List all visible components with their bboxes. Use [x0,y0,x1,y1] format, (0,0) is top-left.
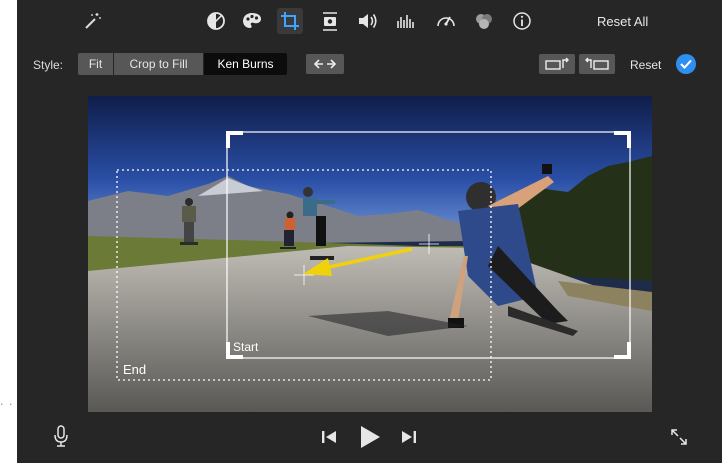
rotate-left-icon [545,57,569,70]
crop-style-bar: Style: Fit Crop to Fill Ken Burns Reset [17,52,722,78]
style-label: Style: [33,58,64,72]
magic-wand-icon[interactable] [79,8,105,34]
filter-icon[interactable] [471,8,497,34]
crop-icon[interactable] [277,8,303,34]
swap-start-end-icon [313,59,337,69]
start-label: Start [233,340,259,354]
reset-button[interactable]: Reset [630,58,661,72]
speed-icon[interactable] [433,8,459,34]
apply-button[interactable] [676,54,696,74]
adjustment-toolbar: Reset All [17,0,722,42]
checkmark-icon [680,59,692,69]
color-palette-icon[interactable] [239,8,265,34]
app-window: Reset All Style: Fit Crop to Fill Ken Bu… [17,0,722,463]
play-icon[interactable] [357,423,383,451]
end-label: End [123,362,147,377]
color-balance-icon[interactable] [203,8,229,34]
video-frame [88,96,652,412]
skip-forward-icon[interactable] [399,428,419,446]
fullscreen-icon[interactable] [668,426,690,448]
stabilization-icon[interactable] [317,8,343,34]
volume-icon[interactable] [355,8,381,34]
style-fit-button[interactable]: Fit [78,53,113,75]
video-viewer[interactable]: Start End [88,96,652,412]
microphone-icon[interactable] [51,424,71,448]
info-icon[interactable] [509,8,535,34]
swap-start-end-button[interactable] [306,54,344,74]
rotate-left-button[interactable] [539,54,575,74]
rotate-right-icon [585,57,609,70]
noise-reduction-icon[interactable] [393,8,419,34]
rotate-right-button[interactable] [579,54,615,74]
playback-bar [17,420,722,460]
style-ken-burns-button[interactable]: Ken Burns [204,53,287,75]
style-crop-to-fill-button[interactable]: Crop to Fill [114,53,203,75]
reset-all-button[interactable]: Reset All [597,14,648,29]
skip-back-icon[interactable] [319,428,339,446]
